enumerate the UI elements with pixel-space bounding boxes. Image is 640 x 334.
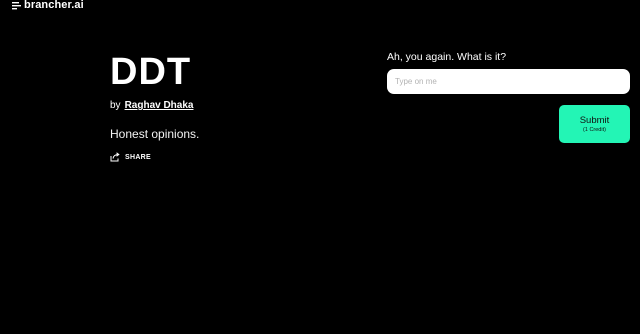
app-page: brancher.ai DDT by Raghav Dhaka Honest o… <box>0 0 640 334</box>
message-input[interactable] <box>387 69 630 94</box>
submit-button[interactable]: Submit (1 Credit) <box>559 105 630 143</box>
by-label: by <box>110 100 121 111</box>
share-label: SHARE <box>125 153 152 161</box>
share-icon <box>110 152 120 162</box>
input-prompt: Ah, you again. What is it? <box>387 51 507 63</box>
byline: by Raghav Dhaka <box>110 100 193 111</box>
submit-cost: (1 Credit) <box>583 126 606 133</box>
author-link[interactable]: Raghav Dhaka <box>125 100 194 111</box>
app-title: DDT <box>110 51 192 93</box>
app-description: Honest opinions. <box>110 127 200 141</box>
brancher-logo-icon <box>12 1 21 9</box>
submit-label: Submit <box>579 114 610 126</box>
logo-text: brancher.ai <box>24 0 84 11</box>
brand-logo[interactable]: brancher.ai <box>12 0 84 11</box>
share-button[interactable]: SHARE <box>110 152 151 162</box>
